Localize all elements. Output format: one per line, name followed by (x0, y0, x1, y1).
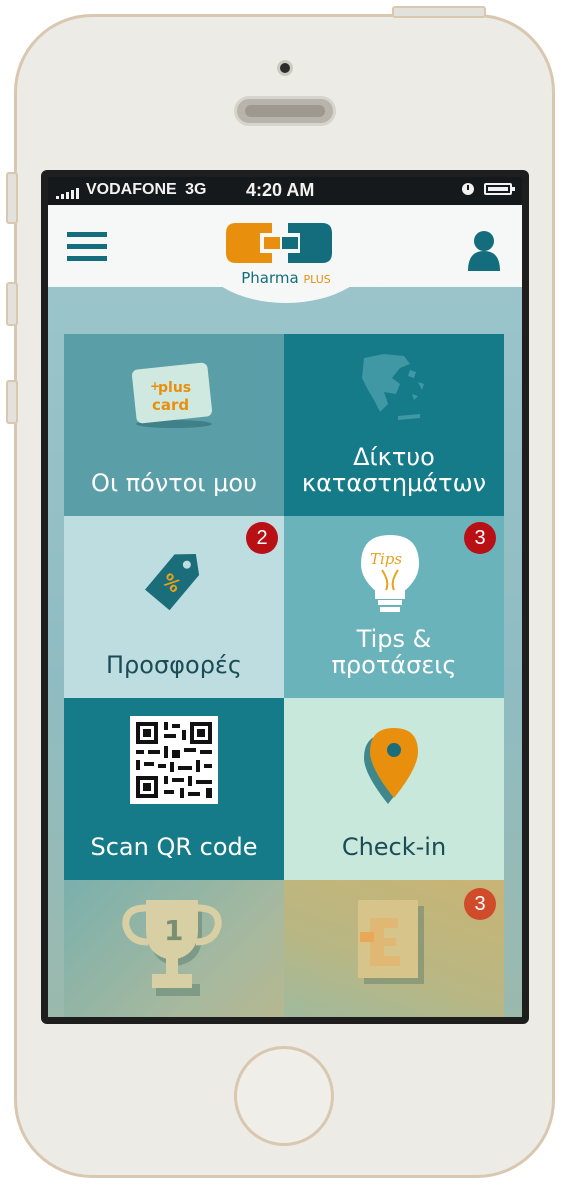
tile-label-line: προτάσεις (331, 651, 457, 679)
home-button[interactable] (234, 1046, 334, 1146)
greece-map-icon (362, 354, 424, 420)
card-text-card: card (152, 396, 189, 414)
front-camera (277, 60, 293, 76)
tile-label-line: Οι πόντοι μου (91, 469, 257, 497)
carrier-name: VODAFONE (86, 181, 177, 198)
logo-wordmark: Pharma PLUS (224, 269, 348, 287)
tile-my-points[interactable]: + plus card Οι πόντοι μου (64, 334, 284, 516)
tile-booklet[interactable]: 3 (284, 880, 504, 1017)
discount-tag-icon: % (145, 553, 200, 611)
mute-switch (6, 172, 18, 224)
hamburger-menu-icon[interactable] (67, 232, 107, 262)
user-profile-icon[interactable] (466, 229, 502, 273)
tile-scan-qr[interactable]: Scan QR code (64, 698, 284, 880)
trophy-icon: 1 (122, 900, 222, 996)
tile-label-line: Tips & (356, 625, 432, 653)
status-bar: VODAFONE 3G 4:20 AM (48, 177, 522, 205)
booklet-icon (358, 900, 424, 984)
tile-label-line: καταστημάτων (301, 469, 487, 497)
qr-code-icon (130, 716, 218, 804)
plus-card-icon: + plus card (131, 362, 213, 428)
alarm-clock-icon (462, 183, 474, 195)
trophy-number: 1 (164, 914, 183, 947)
tile-label-line: Scan QR code (90, 833, 258, 861)
location-pin-icon (364, 728, 418, 804)
logo-suffix: PLUS (303, 273, 331, 286)
tile-label-line: Check-in (341, 833, 447, 861)
pharmaplus-logo-icon (226, 223, 332, 263)
booklet-count-badge: 3 (464, 888, 496, 920)
phone-screen: VODAFONE 3G 4:20 AM Pharma PLUS + plus c… (41, 170, 529, 1024)
tile-offers[interactable]: % 2 Προσφορές (64, 516, 284, 698)
tile-check-in[interactable]: Check-in (284, 698, 504, 880)
tips-count-badge: 3 (464, 522, 496, 554)
status-time: 4:20 AM (246, 180, 315, 200)
power-button (392, 6, 486, 18)
logo-brand: Pharma (241, 269, 299, 287)
earpiece-speaker (234, 96, 336, 126)
tile-label-line: Δίκτυο (353, 443, 435, 471)
tile-store-network[interactable]: Δίκτυο καταστημάτων (284, 334, 504, 516)
lightbulb-tips-icon: Tips (360, 534, 420, 612)
network-type: 3G (185, 181, 207, 198)
card-text-plus: plus (158, 380, 191, 396)
tile-trophy[interactable]: 1 (64, 880, 284, 1017)
carrier-text: VODAFONE 3G (86, 181, 206, 199)
offers-count-badge: 2 (246, 522, 278, 554)
tile-label-line: Προσφορές (106, 651, 242, 679)
volume-down-button (6, 380, 18, 424)
battery-icon (484, 183, 515, 195)
bulb-tips-text: Tips (370, 550, 402, 568)
tile-tips[interactable]: Tips 3 Tips & προτάσεις (284, 516, 504, 698)
volume-up-button (6, 282, 18, 326)
app-display: VODAFONE 3G 4:20 AM Pharma PLUS + plus c… (48, 177, 522, 1017)
menu-grid: + plus card Οι πόντοι μου Δίκτυο καταστη… (64, 334, 504, 1017)
signal-strength-icon (56, 187, 80, 199)
